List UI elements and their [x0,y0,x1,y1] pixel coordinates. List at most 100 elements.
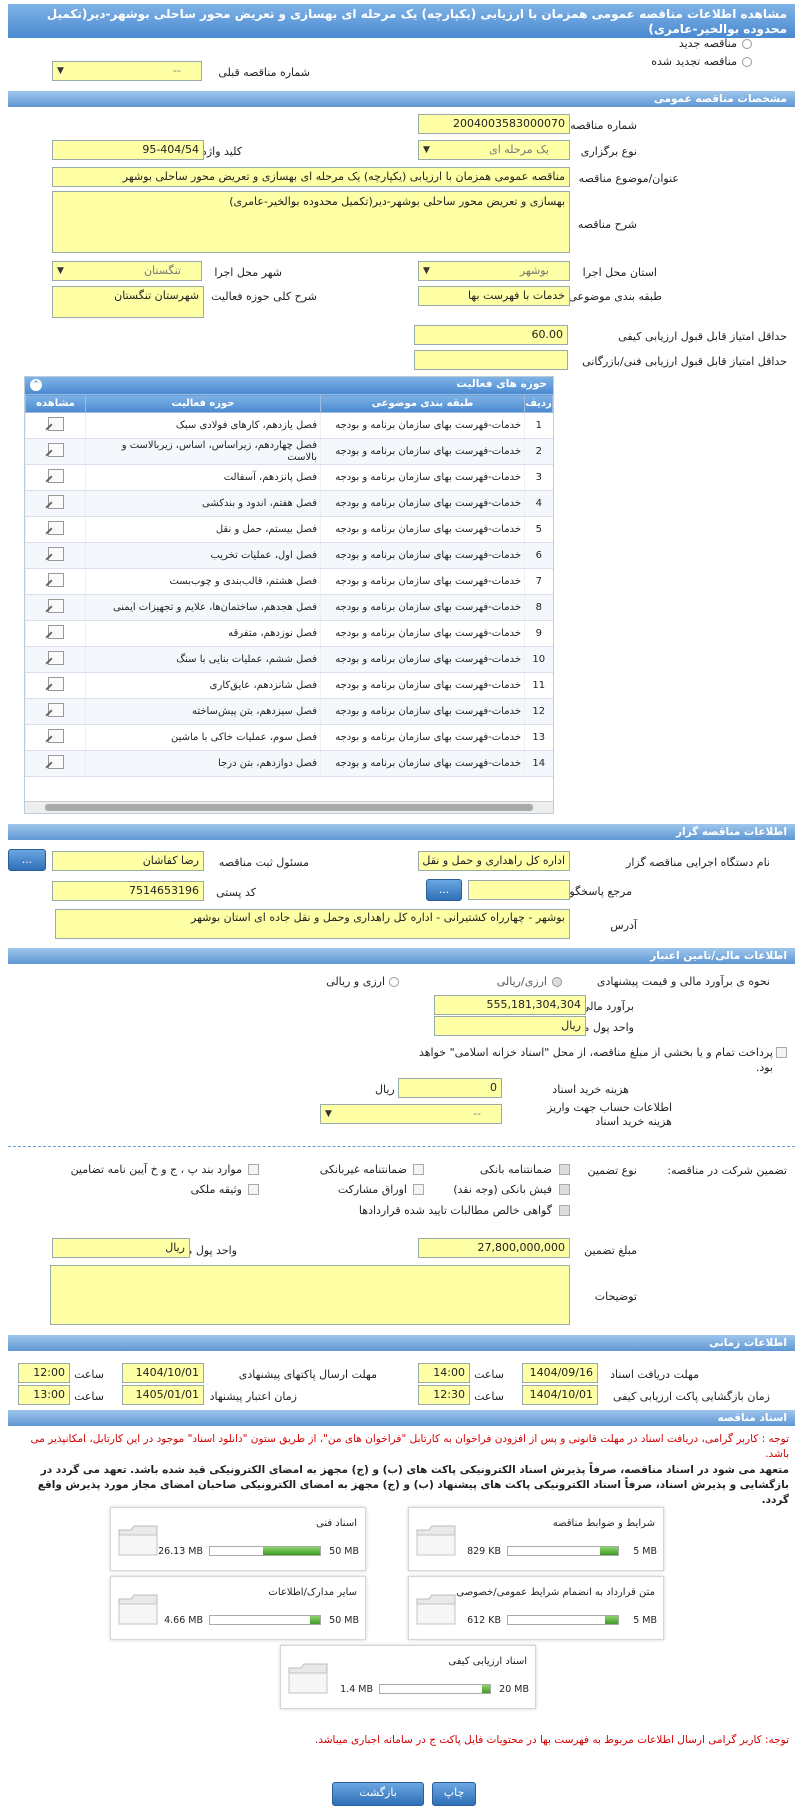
docs-note-3: توجه: کاربر گرامی ارسال اطلاعات مربوط به… [314,1734,789,1746]
type-select[interactable]: یک مرحله ای ▼ [418,140,570,160]
magnifier-icon[interactable] [44,416,64,431]
row-category: خدمات-فهرست بهای سازمان برنامه و بودجه [320,672,525,699]
row-activity: فصل هفتم، اندود و بندکشی [85,490,321,517]
city-select[interactable]: تنگستان ▼ [52,261,202,281]
estimate-field[interactable]: 555,181,304,304 [434,995,586,1015]
print-button[interactable]: چاپ [432,1782,476,1806]
row-view [25,412,86,439]
row-view [25,542,86,569]
row-view [25,464,86,491]
nonbank-checkbox[interactable] [413,1164,424,1175]
org-field[interactable]: اداره کل راهداری و حمل و نقل [418,851,570,871]
row-category: خدمات-فهرست بهای سازمان برنامه و بودجه [320,490,525,517]
magnifier-icon[interactable] [44,546,64,561]
property-checkbox[interactable] [248,1184,259,1195]
table-row: 8 خدمات-فهرست بهای سازمان برنامه و بودجه ف… [25,594,553,621]
address-field[interactable]: بوشهر - چهارراه کشتیرانی - اداره کل راهد… [55,909,570,939]
magnifier-icon[interactable] [44,520,64,535]
magnifier-icon[interactable] [44,624,64,639]
responsible-lookup-button[interactable]: ... [8,849,46,871]
magnifier-icon[interactable] [44,676,64,691]
file-size: 612 KB [467,1615,501,1626]
open-date-field[interactable]: 1404/10/01 [522,1385,598,1405]
magnifier-icon[interactable] [44,650,64,665]
magnifier-icon[interactable] [44,754,64,769]
scroll-thumb[interactable] [45,804,533,811]
account-label: اطلاعات حساب جهت واریز هزینه خرید اسناد [547,1101,672,1128]
claims-checkbox[interactable] [559,1205,570,1216]
bonds-checkbox[interactable] [413,1184,424,1195]
rial-radio[interactable] [552,977,562,987]
postal-field[interactable]: 7514653196 [52,881,204,901]
file-box[interactable]: شرایط و ضوابط مناقصه 5 MB 829 KB [408,1507,664,1571]
description-textarea[interactable]: بهسازی و تعریض محور ساحلی بوشهر-دیر(تکمی… [52,191,570,253]
file-box[interactable]: اسناد ارزیابی کیفی 20 MB 1.4 MB [280,1645,536,1709]
reference-lookup-button[interactable]: ... [426,879,462,901]
account-select[interactable]: -- ▼ [320,1104,502,1124]
table-row: 14 خدمات-فهرست بهای سازمان برنامه و بودجه… [25,750,553,777]
folder-icon [288,1663,328,1694]
min-tech-field[interactable] [414,350,568,370]
row-activity: فصل هشتم، قالب‌بندی و چوب‌بست [85,568,321,595]
magnifier-icon[interactable] [44,728,64,743]
doc-cost-unit: ریال [375,1083,395,1096]
renewed-tender-label: مناقصه تجدید شده [651,55,737,68]
magnifier-icon[interactable] [44,468,64,483]
estimate-label: برآورد مالی [581,1000,634,1013]
table-row: 11 خدمات-فهرست بهای سازمان برنامه و بودجه… [25,672,553,699]
file-box[interactable]: متن قرارداد به انضمام شرایط عمومی/خصوصی 5… [408,1576,664,1640]
tender-number-field[interactable]: 2004003583000070 [418,114,570,134]
row-category: خدمات-فهرست بهای سازمان برنامه و بودجه [320,620,525,647]
clauses-checkbox[interactable] [248,1164,259,1175]
currency-field[interactable]: ریال [434,1016,586,1036]
cheque-checkbox[interactable] [559,1184,570,1195]
activity-desc-field[interactable]: شهرستان تنگستان [52,286,204,318]
amount-unit-field[interactable]: ریال [52,1238,190,1258]
send-time-field[interactable]: 12:00 [18,1363,70,1383]
bank-checkbox[interactable] [559,1164,570,1175]
notes-textarea[interactable] [50,1265,570,1325]
prev-number-select[interactable]: -- ▼ [52,61,202,81]
magnifier-icon[interactable] [44,442,64,457]
min-quality-field[interactable]: 60.00 [414,325,568,345]
province-select[interactable]: بوشهر ▼ [418,261,570,281]
horizontal-scrollbar[interactable] [25,801,553,813]
receive-label: مهلت دریافت اسناد [610,1368,699,1381]
renewed-tender-radio[interactable] [742,57,752,67]
city-label: شهر محل اجرا [214,266,282,279]
receive-date-field[interactable]: 1404/09/16 [522,1363,598,1383]
send-date-field[interactable]: 1404/10/01 [122,1363,204,1383]
magnifier-icon[interactable] [44,494,64,509]
magnifier-icon[interactable] [44,572,64,587]
address-label: آدرس [610,919,637,932]
subject-field[interactable]: مناقصه عمومی همزمان با ارزیابی (یکپارچه)… [52,167,570,187]
folder-icon [118,1594,158,1625]
back-button[interactable]: بازگشت [332,1782,424,1806]
amount-field[interactable]: 27,800,000,000 [418,1238,570,1258]
file-title: متن قرارداد به انضمام شرایط عمومی/خصوصی [456,1587,655,1598]
file-box[interactable]: اسناد فنی 50 MB 26.13 MB [110,1507,366,1571]
row-activity: فصل چهاردهم، زیراساس، اساس، زیربالاست و … [85,438,321,465]
activities-panel: حوزه های فعالیت ⌃ ردیف طبقه بندی موضوعی … [24,376,554,814]
province-label: استان محل اجرا [582,266,657,279]
keyword-field[interactable]: 95-404/54 [52,140,204,160]
responsible-field[interactable]: رضا کفاشان [52,851,204,871]
new-tender-radio[interactable] [742,39,752,49]
doc-cost-field[interactable]: 0 [398,1078,502,1098]
file-size: 829 KB [467,1546,501,1557]
row-category: خدمات-فهرست بهای سازمان برنامه و بودجه [320,542,525,569]
valid-date-field[interactable]: 1405/01/01 [122,1385,204,1405]
reference-field[interactable] [468,880,570,900]
open-time-field[interactable]: 12:30 [418,1385,470,1405]
rial-label: ارزی/ریالی [496,975,547,988]
both-radio[interactable] [389,977,399,987]
file-box[interactable]: سایر مدارک/اطلاعات 50 MB 4.66 MB [110,1576,366,1640]
receive-time-field[interactable]: 14:00 [418,1363,470,1383]
magnifier-icon[interactable] [44,702,64,717]
valid-time-field[interactable]: 13:00 [18,1385,70,1405]
row-category: خدمات-فهرست بهای سازمان برنامه و بودجه [320,412,525,439]
magnifier-icon[interactable] [44,598,64,613]
open-label: زمان بازگشایی پاکت ارزیابی کیفی [612,1390,770,1403]
collapse-icon[interactable]: ⌃ [30,379,42,391]
category-field[interactable]: خدمات با فهرست بها [418,286,570,306]
